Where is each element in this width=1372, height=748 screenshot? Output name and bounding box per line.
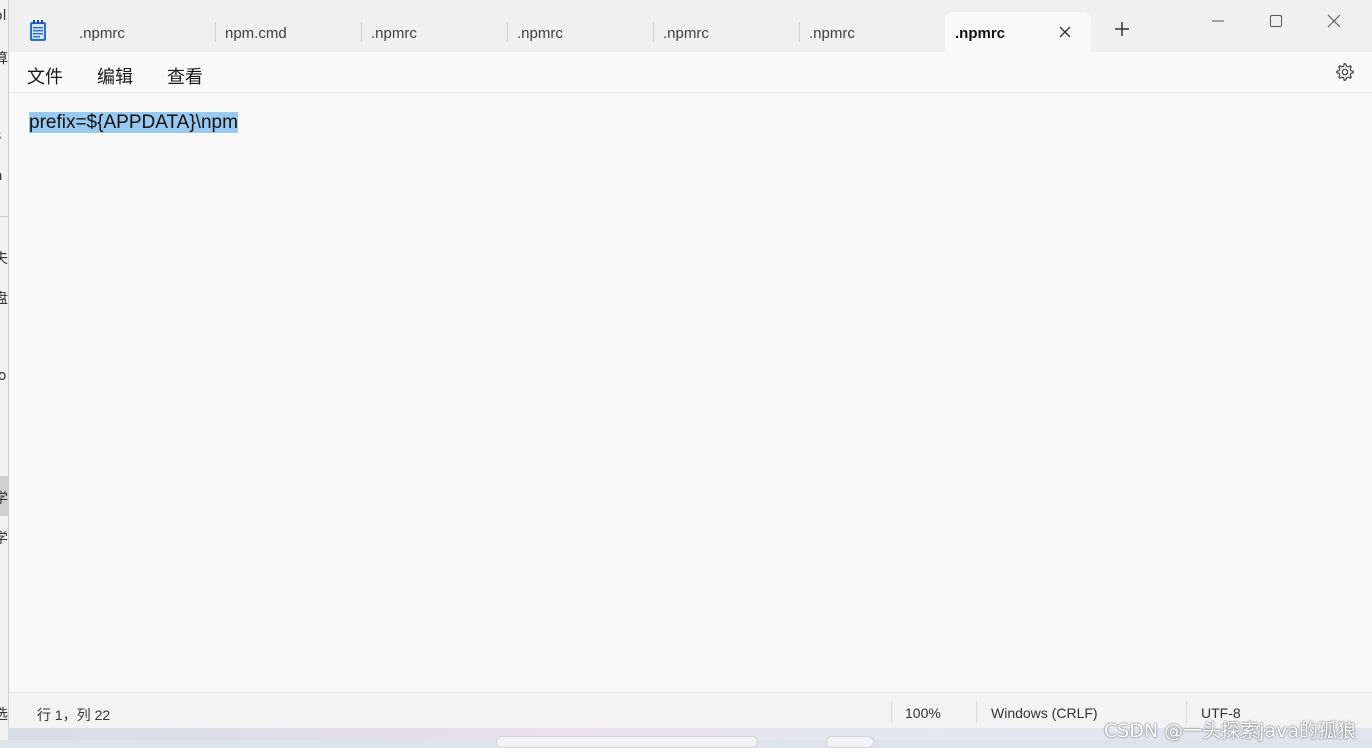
menu-edit[interactable]: 编辑 <box>97 63 133 89</box>
tab-npmrc-3[interactable]: .npmrc <box>507 12 653 52</box>
maximize-icon <box>1270 15 1282 27</box>
background-text-fragment: a <box>0 168 3 184</box>
background-text-fragment: 选 <box>0 704 8 724</box>
taskbar-search-hint <box>496 736 758 748</box>
menu-bar: 文件 编辑 查看 <box>9 52 1372 93</box>
editor-line: prefix=${APPDATA}\npm <box>29 112 238 134</box>
tab-label: .npmrc <box>79 25 125 42</box>
zoom-level[interactable]: 100% <box>905 705 941 721</box>
cursor-position: 行 1，列 22 <box>37 707 111 723</box>
tab-npm-cmd[interactable]: npm.cmd <box>215 12 361 52</box>
status-divider <box>891 701 892 723</box>
background-text-fragment: 学 <box>0 528 8 548</box>
tab-npmrc-5[interactable]: .npmrc <box>799 12 945 52</box>
background-text-fragment: ol <box>0 8 7 24</box>
status-divider <box>976 701 977 723</box>
maximize-button[interactable] <box>1253 8 1299 34</box>
watermark: CSDN @一头探索java的孤狼 <box>1103 720 1356 742</box>
tab-npmrc-4[interactable]: .npmrc <box>653 12 799 52</box>
taskbar-item <box>826 736 874 748</box>
tab-label: npm.cmd <box>225 25 287 42</box>
background-divider <box>0 216 8 217</box>
background-text-fragment: 盘 <box>0 288 8 308</box>
title-bar[interactable]: .npmrc npm.cmd .npmrc .npmrc .npmrc .npm… <box>9 0 1372 52</box>
background-text-fragment: 夫 <box>0 248 8 268</box>
background-text-fragment: lo <box>0 368 6 384</box>
tab-strip: .npmrc npm.cmd .npmrc .npmrc .npmrc .npm… <box>69 12 1091 52</box>
notepad-icon <box>30 20 46 41</box>
close-icon <box>1327 14 1341 28</box>
minimize-button[interactable] <box>1195 8 1241 34</box>
menu-view[interactable]: 查看 <box>167 63 203 89</box>
selected-text[interactable]: prefix=${APPDATA}\npm <box>29 112 238 133</box>
background-text-fragment: 算 <box>0 48 8 68</box>
background-text-fragment: s <box>0 128 1 144</box>
tab-npmrc-1[interactable]: .npmrc <box>69 12 215 52</box>
notepad-window: .npmrc npm.cmd .npmrc .npmrc .npmrc .npm… <box>8 0 1372 728</box>
tab-label: .npmrc <box>663 25 709 42</box>
tab-npmrc-2[interactable]: .npmrc <box>361 12 507 52</box>
background-text-fragment: 学 <box>0 488 8 508</box>
text-editor[interactable]: prefix=${APPDATA}\npm <box>9 93 1372 692</box>
tab-label: .npmrc <box>371 25 417 42</box>
tab-label: .npmrc <box>809 25 855 42</box>
tab-label: .npmrc <box>955 25 1006 42</box>
menu-file[interactable]: 文件 <box>27 63 63 89</box>
line-ending[interactable]: Windows (CRLF) <box>991 705 1098 721</box>
close-window-button[interactable] <box>1311 8 1357 34</box>
tab-label: .npmrc <box>517 25 563 42</box>
tab-npmrc-active[interactable]: .npmrc <box>945 12 1091 52</box>
minimize-icon <box>1212 20 1224 22</box>
gear-icon[interactable] <box>1335 62 1355 82</box>
plus-icon[interactable] <box>1113 20 1131 38</box>
close-icon[interactable] <box>1057 24 1073 40</box>
